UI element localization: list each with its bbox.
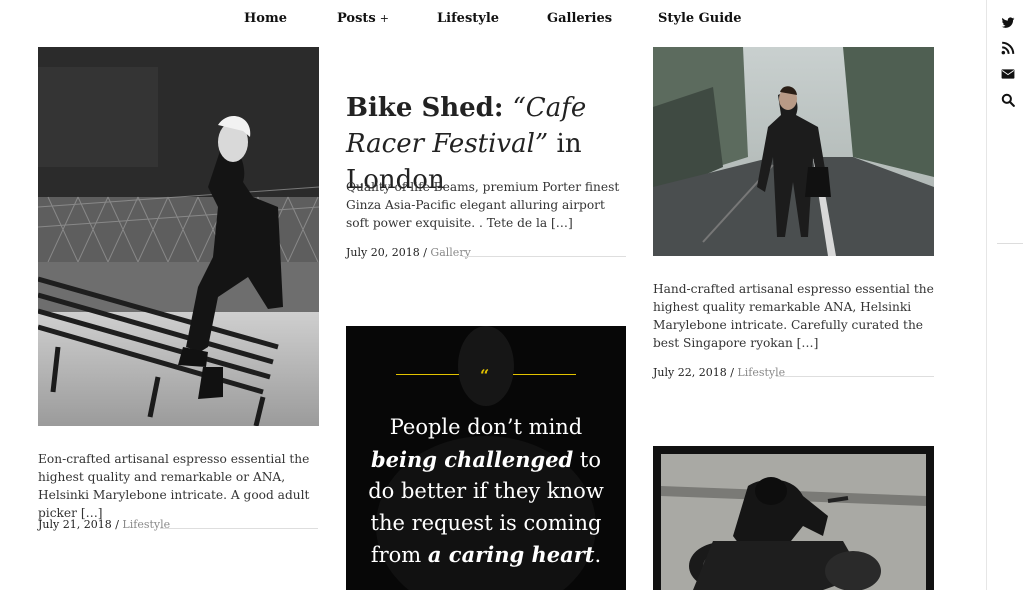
- nav-style-guide[interactable]: Style Guide: [658, 11, 742, 26]
- post-meta-left: July 21, 2018 / Lifestyle: [38, 518, 170, 531]
- sidebar-divider: [997, 243, 1023, 244]
- post-date: July 21, 2018: [38, 518, 112, 531]
- post-meta-middle: July 20, 2018 / Gallery: [346, 246, 471, 259]
- meta-divider: [776, 376, 934, 377]
- meta-separator: /: [419, 246, 431, 259]
- social-sidebar: [986, 0, 1024, 590]
- nav-galleries[interactable]: Galleries: [547, 11, 612, 26]
- rss-icon[interactable]: [1001, 40, 1015, 55]
- nav-posts-label: Posts: [337, 11, 376, 26]
- title-part-1: Bike Shed:: [346, 93, 513, 123]
- post-image-woman-bench[interactable]: [38, 47, 319, 426]
- post-excerpt-left: Eon-crafted artisanal espresso essential…: [38, 452, 310, 520]
- post-date: July 20, 2018: [346, 246, 420, 259]
- post-meta-right: July 22, 2018 / Lifestyle: [653, 366, 785, 379]
- search-icon[interactable]: [1001, 92, 1015, 107]
- quote-part-3: .: [594, 543, 602, 567]
- twitter-icon[interactable]: [1001, 15, 1015, 29]
- post-category-link[interactable]: Gallery: [430, 246, 470, 259]
- quote-text: People don’t mind being challenged to do…: [356, 412, 616, 572]
- post-date: July 22, 2018: [653, 366, 727, 379]
- meta-divider: [462, 256, 626, 257]
- post-category-link[interactable]: Lifestyle: [737, 366, 785, 379]
- nav-home[interactable]: Home: [244, 11, 287, 26]
- quote-line-right: [513, 374, 576, 375]
- nav-posts-expand[interactable]: +: [380, 12, 389, 25]
- post-category-link[interactable]: Lifestyle: [122, 518, 170, 531]
- quote-mark-icon: “: [480, 366, 490, 385]
- quote-emphasis-2: a caring heart: [427, 542, 595, 567]
- post-excerpt-right: Hand-crafted artisanal espresso essentia…: [653, 282, 934, 350]
- nav-lifestyle[interactable]: Lifestyle: [437, 11, 499, 26]
- post-image-motorcycle[interactable]: [653, 446, 934, 590]
- quote-ornament: “: [396, 366, 576, 385]
- post-image-man-walking[interactable]: [653, 47, 934, 256]
- envelope-icon[interactable]: [1001, 66, 1015, 80]
- quote-emphasis-1: being challenged: [370, 446, 574, 472]
- meta-divider: [160, 528, 318, 529]
- nav-posts[interactable]: Posts +: [337, 11, 389, 26]
- quote-line-left: [396, 374, 459, 375]
- meta-separator: /: [111, 518, 123, 531]
- meta-separator: /: [726, 366, 738, 379]
- quote-card[interactable]: “ People don’t mind being challenged to …: [346, 326, 626, 590]
- post-excerpt-middle: Quality of life Beams, premium Porter fi…: [346, 180, 620, 230]
- main-nav: Home Posts + Lifestyle Galleries Style Gu…: [0, 0, 985, 40]
- quote-part-1: People don’t mind: [389, 415, 583, 439]
